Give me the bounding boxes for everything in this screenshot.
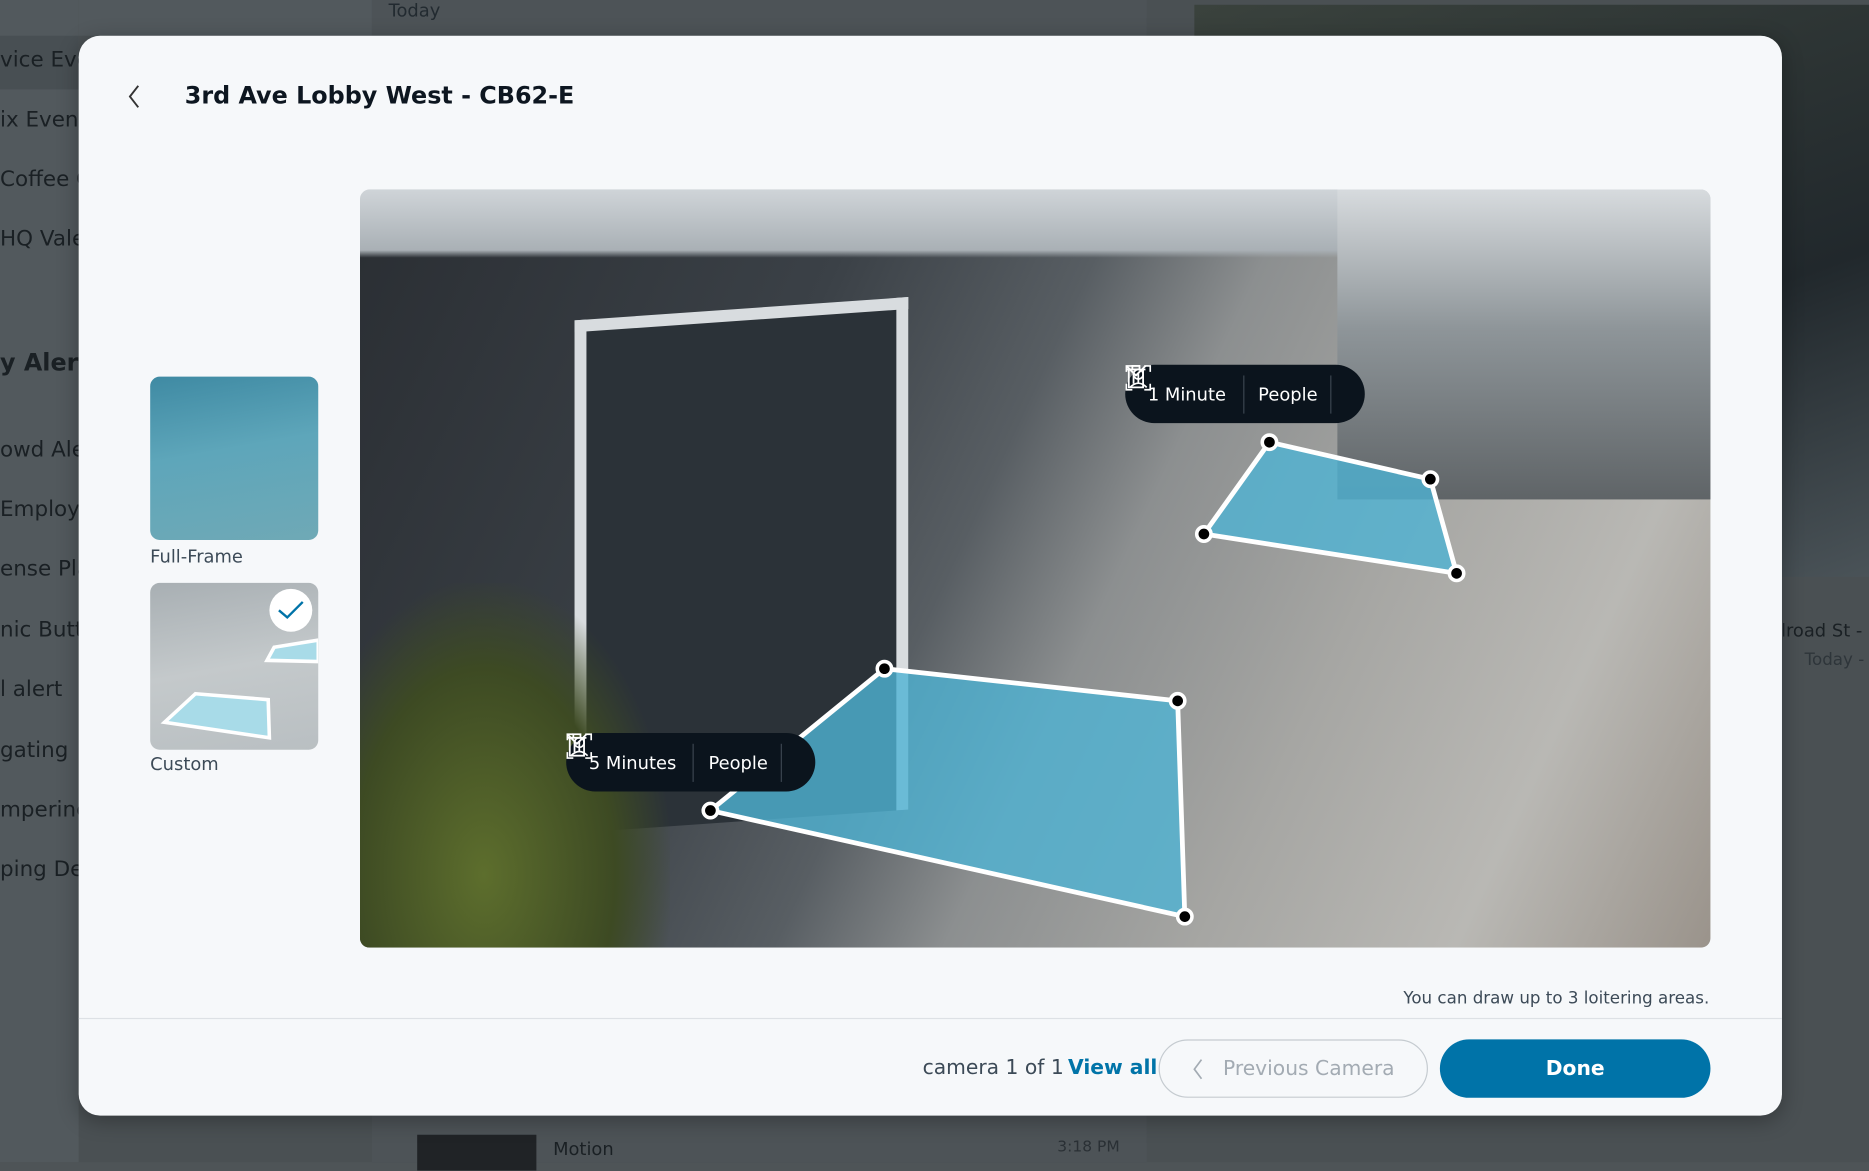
sidebar-item: ix Event <box>0 107 79 133</box>
zone-limit-hint: You can draw up to 3 loitering areas. <box>1403 989 1710 1009</box>
duration-value: 5 Minutes <box>588 751 677 773</box>
zone-2-vertex-handle[interactable] <box>701 801 720 820</box>
event-label: Motion <box>553 1138 614 1160</box>
trash-icon <box>1126 365 1146 389</box>
mode-custom-thumbnail[interactable] <box>150 582 319 750</box>
sidebar-item: mpering <box>0 797 79 823</box>
divider <box>780 743 783 782</box>
zone-drawing-layer[interactable] <box>360 190 1710 948</box>
trash-icon <box>567 733 587 757</box>
previous-camera-label: Previous Camera <box>1222 1056 1395 1081</box>
sidebar-heading: y Alerts <box>0 348 79 377</box>
duration-value: 1 Minute <box>1147 383 1226 405</box>
zone-1-toolbar: 1 Minute People <box>1125 364 1366 424</box>
sidebar-item: ense Pla <box>0 556 79 582</box>
done-button[interactable]: Done <box>1439 1039 1711 1098</box>
divider <box>1330 374 1332 414</box>
list-header: Today <box>388 0 441 22</box>
zone-2-vertex-handle[interactable] <box>875 659 894 678</box>
sidebar-item: owd Aler <box>0 437 79 463</box>
zone-1-vertex-handle[interactable] <box>1447 564 1466 583</box>
zone-2-toolbar: 5 Minutes People <box>566 733 816 792</box>
camera-name: ilroad St - ( <box>1783 619 1869 642</box>
camera-counter: camera 1 of 1 <box>922 1056 1064 1080</box>
sidebar-item: Employe <box>0 497 79 523</box>
sidebar-item: gating <box>0 737 69 763</box>
zone-1-vertex-handle[interactable] <box>1421 470 1440 489</box>
sidebar-item: Coffee C <box>0 166 79 192</box>
view-all-link[interactable]: View all <box>1068 1056 1157 1080</box>
sidebar-item: l alert <box>0 677 63 703</box>
sidebar-item: nic Butto <box>0 617 79 643</box>
object-type-button[interactable]: People <box>566 733 781 773</box>
mode-custom-label: Custom <box>150 753 219 775</box>
sidebar-item: vice Even <box>0 47 79 73</box>
page-title: 3rd Ave Lobby West - CB62-E <box>184 81 575 110</box>
camera-time: Today - <box>1804 650 1865 670</box>
mode-full-frame-thumbnail[interactable] <box>150 376 319 540</box>
loitering-zone-modal: 3rd Ave Lobby West - CB62-E Full-Frame C… <box>78 35 1782 1116</box>
zone-2-vertex-handle[interactable] <box>1168 691 1187 710</box>
loitering-zone-2[interactable] <box>705 666 1188 920</box>
loitering-zone-1[interactable] <box>1199 439 1460 577</box>
background-sidebar: vice Even ix Event Coffee C HQ Vale y Al… <box>0 0 79 1163</box>
event-thumbnail <box>417 1134 537 1171</box>
background-sidebar-top <box>78 0 372 36</box>
object-type-label: People <box>708 751 768 773</box>
zone-1-vertex-handle[interactable] <box>1194 525 1213 543</box>
back-button[interactable] <box>122 81 151 112</box>
footer-divider <box>78 1017 1782 1020</box>
sidebar-item: HQ Vale <box>0 226 79 252</box>
mode-full-frame-label: Full-Frame <box>150 545 243 568</box>
chevron-left-icon <box>128 85 140 108</box>
object-type-label: People <box>1258 383 1318 405</box>
selected-check-icon <box>269 588 313 632</box>
zone-1-vertex-handle[interactable] <box>1260 433 1279 452</box>
camera-feed-editor[interactable]: 1 Minute People 5 Minutes People <box>359 189 1711 948</box>
previous-camera-button[interactable]: Previous Camera <box>1158 1039 1428 1098</box>
chevron-left-icon <box>1193 1058 1203 1079</box>
background-camera-caption: ilroad St - ( Today - <box>1783 608 1869 691</box>
zone-2-vertex-handle[interactable] <box>1175 907 1194 926</box>
event-time: 3:18 PM <box>1057 1138 1120 1157</box>
sidebar-item: ping Det <box>0 857 79 883</box>
object-type-button[interactable]: People <box>1125 365 1331 405</box>
